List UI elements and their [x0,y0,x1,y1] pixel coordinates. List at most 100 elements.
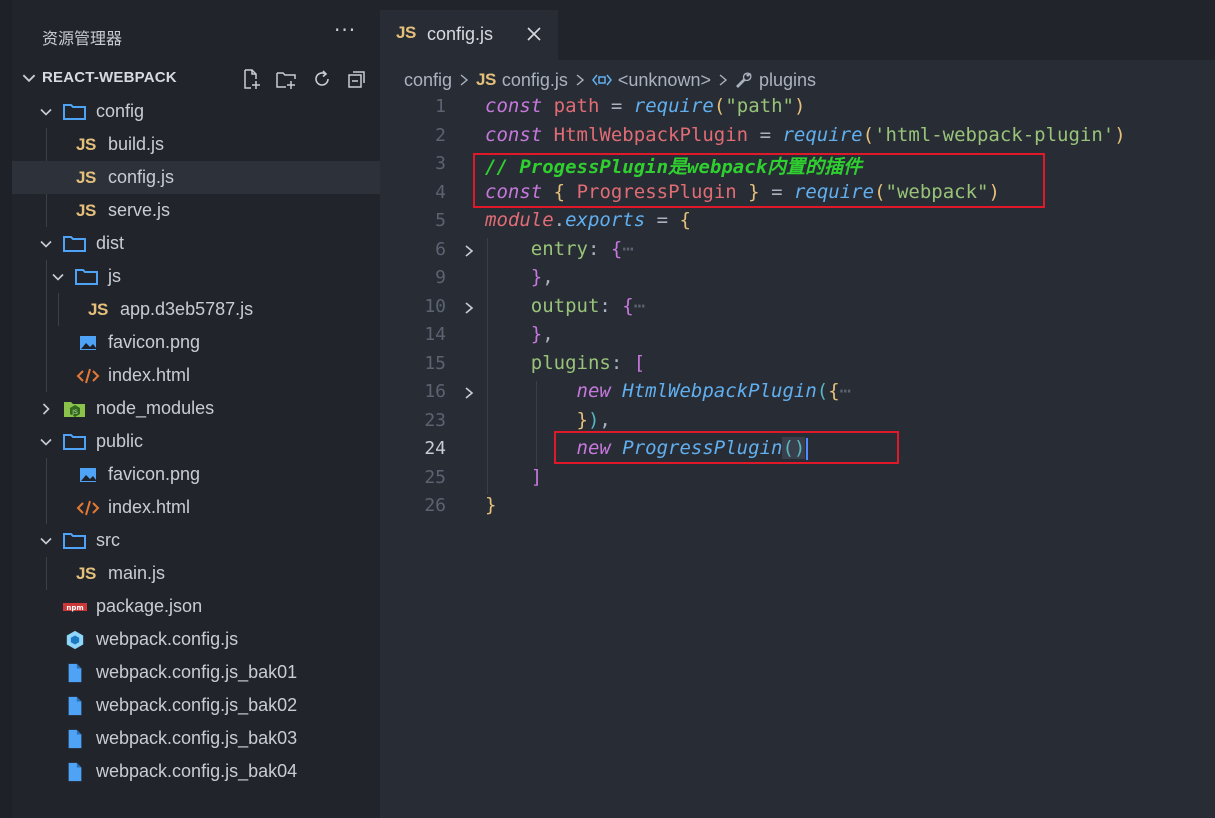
line-number: 4 [435,182,446,203]
variable-symbol-icon [591,72,612,88]
tree-folder-node-modules[interactable]: JS node_modules [12,392,380,425]
chevron-right-icon [574,73,586,87]
tree-file-webpack-bak03[interactable]: webpack.config.js_bak03 [12,722,380,755]
chevron-right-icon [458,73,470,87]
breadcrumb: config JS config.js <unknown> plugins [404,68,816,92]
tree-file-index-html[interactable]: index.html [12,359,380,392]
svg-text:JS: JS [71,409,78,416]
tree-file-package-json[interactable]: npm package.json [12,590,380,623]
project-header[interactable]: REACT-WEBPACK [12,62,380,95]
line-number: 26 [424,495,446,516]
tree-file-main-js[interactable]: JS main.js [12,557,380,590]
javascript-file-icon: JS [76,564,96,583]
tree-item-label: node_modules [96,398,215,418]
tree-file-config-js[interactable]: JS config.js [12,161,380,194]
folder-open-icon [63,434,86,450]
tree-item-label: webpack.config.js_bak04 [96,761,298,781]
fold-chevron-icon[interactable] [462,386,476,400]
tree-item-label: webpack.config.js_bak02 [96,695,298,715]
html-file-icon [76,500,100,516]
tree-folder-config[interactable]: config [12,95,380,128]
chevron-down-icon [40,108,52,116]
line-number: 9 [435,267,446,288]
code-line: ] [530,466,543,488]
chevron-down-icon [52,273,64,281]
line-number: 5 [435,210,446,231]
code-line: output: {⋯ [530,295,646,317]
line-number: 10 [424,296,446,317]
line-number: 2 [435,125,446,146]
chevron-right-icon [717,73,729,87]
new-file-icon[interactable] [240,68,262,90]
chevron-right-icon [42,403,50,415]
tree-folder-public[interactable]: public [12,425,380,458]
file-icon [68,696,82,716]
tree-folder-dist[interactable]: dist [12,227,380,260]
javascript-file-icon: JS [88,300,108,319]
chevron-down-icon [40,537,52,545]
refresh-icon[interactable] [311,68,333,90]
line-number: 25 [424,467,446,488]
line-number: 15 [424,353,446,374]
tree-file-serve-js[interactable]: JS serve.js [12,194,380,227]
line-number: 16 [424,381,446,402]
code-line: module.exports = { [485,209,691,231]
tree-item-label: favicon.png [108,464,201,484]
fold-chevron-icon[interactable] [462,301,476,315]
chevron-down-icon [40,438,52,446]
close-icon[interactable] [526,26,542,42]
tree-item-label: favicon.png [108,332,201,352]
more-actions-icon[interactable]: ··· [334,18,356,42]
line-number: 1 [435,96,446,117]
tab-label: config.js [427,24,494,44]
svg-text:npm: npm [66,604,83,612]
tree-file-webpack-bak02[interactable]: webpack.config.js_bak02 [12,689,380,722]
tree-item-label: js [108,266,121,286]
javascript-file-icon: JS [396,23,416,42]
folder-open-icon [63,236,86,252]
breadcrumb-symbol[interactable]: <unknown> [618,70,711,91]
javascript-file-icon: JS [76,168,96,187]
tree-folder-js[interactable]: js [12,260,380,293]
new-folder-icon[interactable] [275,68,297,90]
line-number: 23 [424,410,446,431]
tree-file-index-html[interactable]: index.html [12,491,380,524]
tab-config-js[interactable]: JS config.js [380,10,558,60]
tree-file-build-js[interactable]: JS build.js [12,128,380,161]
tree-file-webpack-config[interactable]: webpack.config.js [12,623,380,656]
javascript-file-icon: JS [76,201,96,220]
tree-file-webpack-bak04[interactable]: webpack.config.js_bak04 [12,755,380,788]
tree-item-label: build.js [108,134,165,154]
tree-file-app-js[interactable]: JS app.d3eb5787.js [12,293,380,326]
file-icon [68,663,82,683]
folder-open-icon [63,533,86,549]
tree-item-label: package.json [96,596,203,616]
annotation-highlight-box [554,431,899,464]
html-file-icon [76,368,100,384]
code-editor[interactable]: config JS config.js <unknown> plugins 1 … [380,60,1215,818]
node-folder-icon: JS [64,402,85,417]
tree-file-favicon-png[interactable]: favicon.png [12,458,380,491]
tree-folder-src[interactable]: src [12,524,380,557]
line-number: 3 [435,153,446,174]
tree-item-label: webpack.config.js_bak01 [96,662,298,682]
code-line: const HtmlWebpackPlugin = require('html-… [485,124,1126,146]
folder-open-icon [63,104,86,120]
code-line: }, [530,266,554,288]
breadcrumb-member[interactable]: plugins [759,70,816,91]
explorer-title: 资源管理器 [42,29,123,48]
file-icon [68,729,82,749]
chevron-down-icon [40,240,52,248]
tree-file-favicon-png[interactable]: favicon.png [12,326,380,359]
breadcrumb-folder[interactable]: config [404,70,452,91]
fold-chevron-icon[interactable] [462,244,476,258]
tree-item-label: config.js [108,167,175,187]
tree-item-label: app.d3eb5787.js [120,299,254,319]
code-line: }), [576,409,611,431]
project-name: REACT-WEBPACK [42,69,177,86]
code-line: const path = require("path") [485,95,806,117]
code-line: new HtmlWebpackPlugin({⋯ [576,380,852,402]
breadcrumb-file[interactable]: config.js [502,70,568,91]
tree-file-webpack-bak01[interactable]: webpack.config.js_bak01 [12,656,380,689]
collapse-all-icon[interactable] [346,68,368,90]
